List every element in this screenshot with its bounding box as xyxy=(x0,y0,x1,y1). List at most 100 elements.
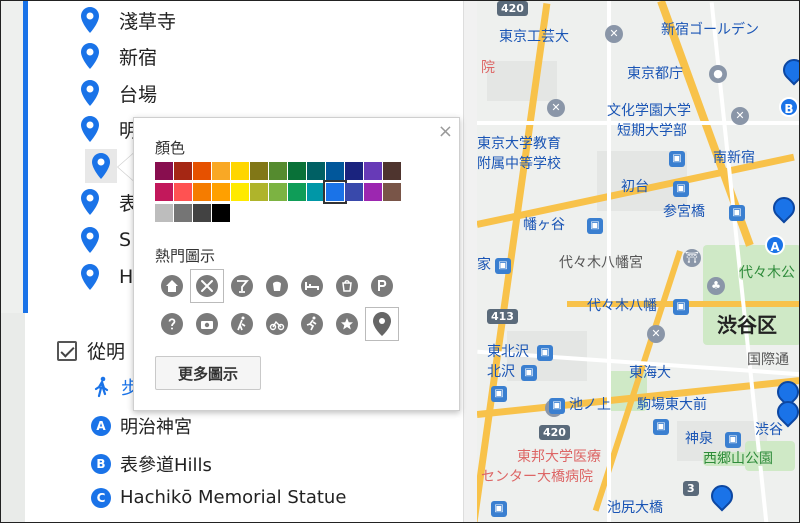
coffee-icon[interactable] xyxy=(260,269,294,303)
place-name: 新宿 xyxy=(119,46,158,69)
place-name: 台場 xyxy=(119,83,158,106)
map-label: 国際通 xyxy=(747,352,789,368)
place-pin-icon[interactable] xyxy=(92,153,110,179)
color-swatch[interactable] xyxy=(250,183,268,201)
color-swatch[interactable] xyxy=(193,183,211,201)
map-label: 渋谷区 xyxy=(717,313,777,337)
place-item[interactable]: 明 xyxy=(81,114,138,144)
map-marker-pin[interactable] xyxy=(706,480,738,512)
map-label: 西郷山公園 xyxy=(703,451,773,467)
map-label: 池ノ上 xyxy=(569,397,611,413)
map-label: 短期大学部 xyxy=(617,123,687,139)
map-label: 院 xyxy=(481,60,495,76)
map-label: 渋谷 xyxy=(755,422,783,438)
place-item[interactable]: S xyxy=(81,225,131,255)
train-station-icon: ▣ xyxy=(725,432,741,448)
train-station-icon: ▣ xyxy=(491,501,507,517)
color-swatch[interactable] xyxy=(345,162,363,180)
map-label: 文化学園大学 xyxy=(607,103,691,119)
help-icon[interactable] xyxy=(155,307,189,341)
more-icons-button[interactable]: 更多圖示 xyxy=(155,356,261,390)
bar-icon[interactable] xyxy=(225,269,259,303)
star-icon[interactable] xyxy=(330,307,364,341)
color-swatch[interactable] xyxy=(212,162,230,180)
color-swatch[interactable] xyxy=(383,183,401,201)
color-swatch[interactable] xyxy=(326,162,344,180)
color-swatch[interactable] xyxy=(288,162,306,180)
dining-icon[interactable] xyxy=(190,269,224,303)
color-swatch[interactable] xyxy=(155,162,173,180)
place-item[interactable]: 台場 xyxy=(81,78,157,108)
color-swatch[interactable] xyxy=(288,183,306,201)
place-item[interactable]: 新宿 xyxy=(81,41,157,71)
place-pin-icon[interactable] xyxy=(81,7,99,33)
place-item[interactable]: H xyxy=(81,262,133,292)
camera-icon[interactable] xyxy=(190,307,224,341)
route-stop-name: 明治神宮 xyxy=(120,417,192,438)
place-pin-icon[interactable] xyxy=(81,227,99,253)
color-swatch[interactable] xyxy=(250,162,268,180)
place-pin-icon[interactable] xyxy=(81,189,99,215)
color-swatch[interactable] xyxy=(364,183,382,201)
color-swatch[interactable] xyxy=(193,162,211,180)
color-swatch[interactable] xyxy=(212,204,230,222)
map-marker-a[interactable]: A xyxy=(765,235,785,255)
map-marker-pin[interactable] xyxy=(778,54,799,86)
color-swatch[interactable] xyxy=(345,183,363,201)
popup-pointer xyxy=(118,153,134,181)
place-item-selected[interactable] xyxy=(85,149,117,183)
color-swatch[interactable] xyxy=(155,183,173,201)
train-station-icon: ▣ xyxy=(669,151,685,167)
color-swatch[interactable] xyxy=(174,183,192,201)
route-layer-header[interactable]: 從明 xyxy=(57,337,125,364)
panel-scrollbar[interactable] xyxy=(463,1,477,522)
shopping-icon[interactable] xyxy=(330,269,364,303)
color-swatch[interactable] xyxy=(383,162,401,180)
map-marker-b[interactable]: B xyxy=(779,97,799,117)
color-swatch[interactable] xyxy=(174,162,192,180)
pin-icon[interactable] xyxy=(365,307,399,341)
layer-visibility-checkbox[interactable] xyxy=(57,340,77,361)
place-pin-icon[interactable] xyxy=(81,264,99,290)
parking-icon[interactable] xyxy=(365,269,399,303)
train-station-icon: ▣ xyxy=(491,386,507,402)
map-label: 東海大 xyxy=(629,365,671,381)
home-icon[interactable] xyxy=(155,269,189,303)
color-swatch[interactable] xyxy=(269,183,287,201)
place-pin-icon[interactable] xyxy=(81,116,99,142)
route-layer-title[interactable]: 從明 xyxy=(87,337,125,364)
hotel-icon[interactable] xyxy=(295,269,329,303)
walking-icon[interactable] xyxy=(93,376,111,398)
place-item[interactable]: 淺草寺 xyxy=(81,5,176,35)
color-swatch[interactable] xyxy=(364,162,382,180)
color-swatch[interactable] xyxy=(212,183,230,201)
color-swatch[interactable] xyxy=(231,183,249,201)
map-label: 家 xyxy=(477,257,491,273)
train-station-icon: ▣ xyxy=(673,299,689,315)
map-marker-pin[interactable] xyxy=(768,192,799,224)
close-icon[interactable]: × xyxy=(438,121,453,142)
map-view[interactable]: 420 東京工芸大 新宿ゴールデン 院 東京都庁 文化学園大学 短期大学部 東京… xyxy=(477,1,799,522)
color-swatch[interactable] xyxy=(193,204,211,222)
hiking-icon[interactable] xyxy=(225,307,259,341)
route-shield: 420 xyxy=(497,1,528,16)
cycling-icon[interactable] xyxy=(260,307,294,341)
route-stop[interactable]: C Hachikō Memorial Statue xyxy=(91,487,346,508)
color-swatch[interactable] xyxy=(155,204,173,222)
place-item[interactable]: 表 xyxy=(81,187,138,217)
color-palette xyxy=(155,162,427,225)
color-swatch[interactable] xyxy=(323,180,347,204)
place-pin-icon[interactable] xyxy=(81,43,99,69)
color-swatch[interactable] xyxy=(231,162,249,180)
active-layer-indicator xyxy=(23,1,28,313)
route-stop[interactable]: B 表參道Hills xyxy=(91,451,212,477)
map-label: 東京工芸大 xyxy=(499,29,569,45)
running-icon[interactable] xyxy=(295,307,329,341)
map-label: 北沢 xyxy=(487,364,515,380)
route-stop-letter: B xyxy=(91,454,111,474)
color-swatch[interactable] xyxy=(307,162,325,180)
color-swatch[interactable] xyxy=(174,204,192,222)
route-stop[interactable]: A 明治神宮 xyxy=(91,413,192,439)
place-pin-icon[interactable] xyxy=(81,80,99,106)
color-swatch[interactable] xyxy=(269,162,287,180)
